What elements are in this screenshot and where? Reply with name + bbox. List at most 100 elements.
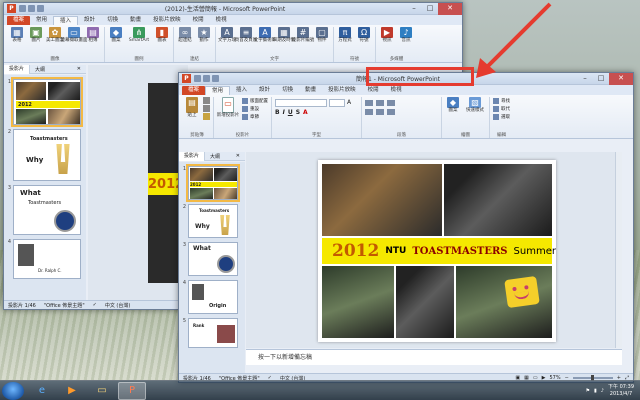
tab-view[interactable]: 檢視 xyxy=(385,86,408,95)
slide-thumbnail[interactable]: 2012 xyxy=(186,164,240,202)
tab-insert[interactable]: 插入 xyxy=(53,16,79,25)
notes-pane[interactable]: 按一下以新增備忘稿 xyxy=(246,349,622,365)
slide-thumbnail[interactable]: Rank xyxy=(188,318,238,348)
slide-thumbnail[interactable]: 2012 xyxy=(11,77,83,127)
textbox-button[interactable]: A 文字方塊 xyxy=(218,27,236,44)
underline-icon[interactable]: U xyxy=(288,109,293,116)
redo-icon[interactable] xyxy=(37,5,44,12)
font-size-select[interactable] xyxy=(329,99,345,107)
clock[interactable]: 下午 07:39 2013/4/7 xyxy=(608,384,634,398)
zoom-slider[interactable] xyxy=(572,375,613,381)
align-left-icon[interactable] xyxy=(365,109,373,115)
shapes-button[interactable]: ◆ 圖案 xyxy=(108,27,124,44)
slide-number-button[interactable]: # 投影片編號 xyxy=(292,27,314,44)
taskbar-powerpoint-icon[interactable]: P xyxy=(118,381,146,400)
picture-button[interactable]: ▣ 圖片 xyxy=(28,27,44,44)
slide-thumbnail[interactable]: What xyxy=(188,242,238,276)
pane-tab-slides[interactable]: 投影片 xyxy=(4,64,31,74)
tab-file[interactable]: 檔案 xyxy=(7,16,31,25)
thumb-row[interactable]: 3 What xyxy=(179,242,245,276)
close-pane-icon[interactable]: ✕ xyxy=(72,66,86,72)
tab-view[interactable]: 檢視 xyxy=(210,16,233,25)
taskbar-media-player-icon[interactable]: ▶ xyxy=(58,382,86,400)
start-button[interactable] xyxy=(2,381,24,400)
vertical-scrollbar[interactable] xyxy=(615,152,622,348)
chart-button[interactable]: ▮ 圖表 xyxy=(154,27,170,44)
tab-review[interactable]: 校閱 xyxy=(187,16,210,25)
tab-animations[interactable]: 動畫 xyxy=(124,16,147,25)
tab-insert[interactable]: 插入 xyxy=(230,86,253,95)
thumb-row[interactable]: 2 Toastmasters Why xyxy=(4,129,86,181)
slide-thumbnail[interactable]: Toastmasters Why xyxy=(13,129,81,181)
slide-title-banner[interactable]: 2012 NTU TOASTMASTERS Summer Camp xyxy=(322,238,556,264)
language[interactable]: 中文 (台灣) xyxy=(105,302,131,309)
pane-tab-outline[interactable]: 大綱 xyxy=(205,153,225,160)
redo-icon[interactable] xyxy=(212,75,219,82)
pane-tab-slides[interactable]: 投影片 xyxy=(179,151,206,161)
copy-icon[interactable] xyxy=(203,105,210,112)
tab-review[interactable]: 校閱 xyxy=(362,86,385,95)
cut-icon[interactable] xyxy=(203,97,210,104)
tab-home[interactable]: 常用 xyxy=(205,86,231,95)
tab-home[interactable]: 常用 xyxy=(30,16,53,25)
bold-icon[interactable]: B xyxy=(275,109,280,116)
align-right-icon[interactable] xyxy=(387,109,395,115)
slide-canvas[interactable]: 2012 NTU TOASTMASTERS Summer Camp xyxy=(318,160,556,342)
tab-design[interactable]: 設計 xyxy=(253,86,276,95)
minimize-button[interactable]: – xyxy=(406,3,422,15)
hyperlink-button[interactable]: ∞ 超連結 xyxy=(177,27,193,44)
replace-button[interactable]: 取代 xyxy=(493,105,510,113)
thumb-row[interactable]: 4 Origin xyxy=(179,280,245,314)
slide-photo-group[interactable] xyxy=(322,164,442,236)
network-icon[interactable]: ▮ xyxy=(594,388,597,394)
thumb-row[interactable]: 3 What Toastmasters xyxy=(4,185,86,235)
section-button[interactable]: 章節 xyxy=(242,113,268,121)
reset-button[interactable]: 重設 xyxy=(242,105,268,113)
tab-transitions[interactable]: 切換 xyxy=(276,86,299,95)
font-color-icon[interactable]: A xyxy=(303,109,308,116)
indent-icon[interactable] xyxy=(387,100,395,106)
thumb-row[interactable]: 5 Rank xyxy=(179,318,245,348)
find-button[interactable]: 尋找 xyxy=(493,97,510,105)
slide-thumbnail[interactable]: Toastmasters Why xyxy=(188,204,238,238)
tab-transitions[interactable]: 切換 xyxy=(101,16,124,25)
volume-icon[interactable]: ♪ xyxy=(601,388,604,394)
album-button[interactable]: ▤ 相簿 xyxy=(85,27,101,44)
pane-tab-outline[interactable]: 大綱 xyxy=(30,66,50,73)
shapes-button[interactable]: ◆ 圖案 xyxy=(445,97,461,114)
quick-access-toolbar[interactable] xyxy=(194,75,219,82)
video-button[interactable]: ▶ 視訊 xyxy=(379,27,395,44)
taskbar-ie-icon[interactable]: e xyxy=(28,382,56,400)
symbol-button[interactable]: Ω 符號 xyxy=(356,27,372,44)
tab-design[interactable]: 設計 xyxy=(78,16,101,25)
font-name-select[interactable] xyxy=(275,99,327,107)
strikethrough-icon[interactable]: S xyxy=(296,109,300,116)
quick-access-toolbar[interactable] xyxy=(19,5,44,12)
save-icon[interactable] xyxy=(194,75,201,82)
slide-photo-boys[interactable] xyxy=(322,266,394,338)
format-painter-icon[interactable] xyxy=(203,113,210,120)
slide-thumbnail[interactable]: Origin xyxy=(188,280,238,314)
select-button[interactable]: 選取 xyxy=(493,113,510,121)
italic-icon[interactable]: I xyxy=(283,109,285,116)
thumb-row[interactable]: 1 2012 xyxy=(179,164,245,202)
tab-slideshow[interactable]: 投影片放映 xyxy=(322,86,362,95)
thumb-row[interactable]: 4 Dr. Ralph C. xyxy=(4,239,86,279)
tab-animations[interactable]: 動畫 xyxy=(299,86,322,95)
spellcheck-icon[interactable]: ✓ xyxy=(93,302,97,308)
quick-styles-button[interactable]: ▧ 快速樣式 xyxy=(464,97,486,114)
equation-button[interactable]: π 方程式 xyxy=(337,27,353,44)
tab-file[interactable]: 檔案 xyxy=(182,86,206,95)
table-button[interactable]: ▦ 表格 xyxy=(9,27,25,44)
maximize-button[interactable]: □ xyxy=(593,73,609,85)
grow-font-icon[interactable]: A xyxy=(347,99,351,107)
align-center-icon[interactable] xyxy=(376,109,384,115)
wordart-button[interactable]: A 文字藝術師 xyxy=(254,27,276,44)
maximize-button[interactable]: □ xyxy=(422,3,438,15)
object-button[interactable]: ▢ 物件 xyxy=(314,27,330,44)
slide-thumbnail[interactable]: Dr. Ralph C. xyxy=(13,239,81,279)
undo-icon[interactable] xyxy=(203,75,210,82)
smartart-button[interactable]: ⋔ SmartArt xyxy=(127,27,151,44)
save-icon[interactable] xyxy=(19,5,26,12)
audio-button[interactable]: ♪ 音訊 xyxy=(398,27,414,44)
